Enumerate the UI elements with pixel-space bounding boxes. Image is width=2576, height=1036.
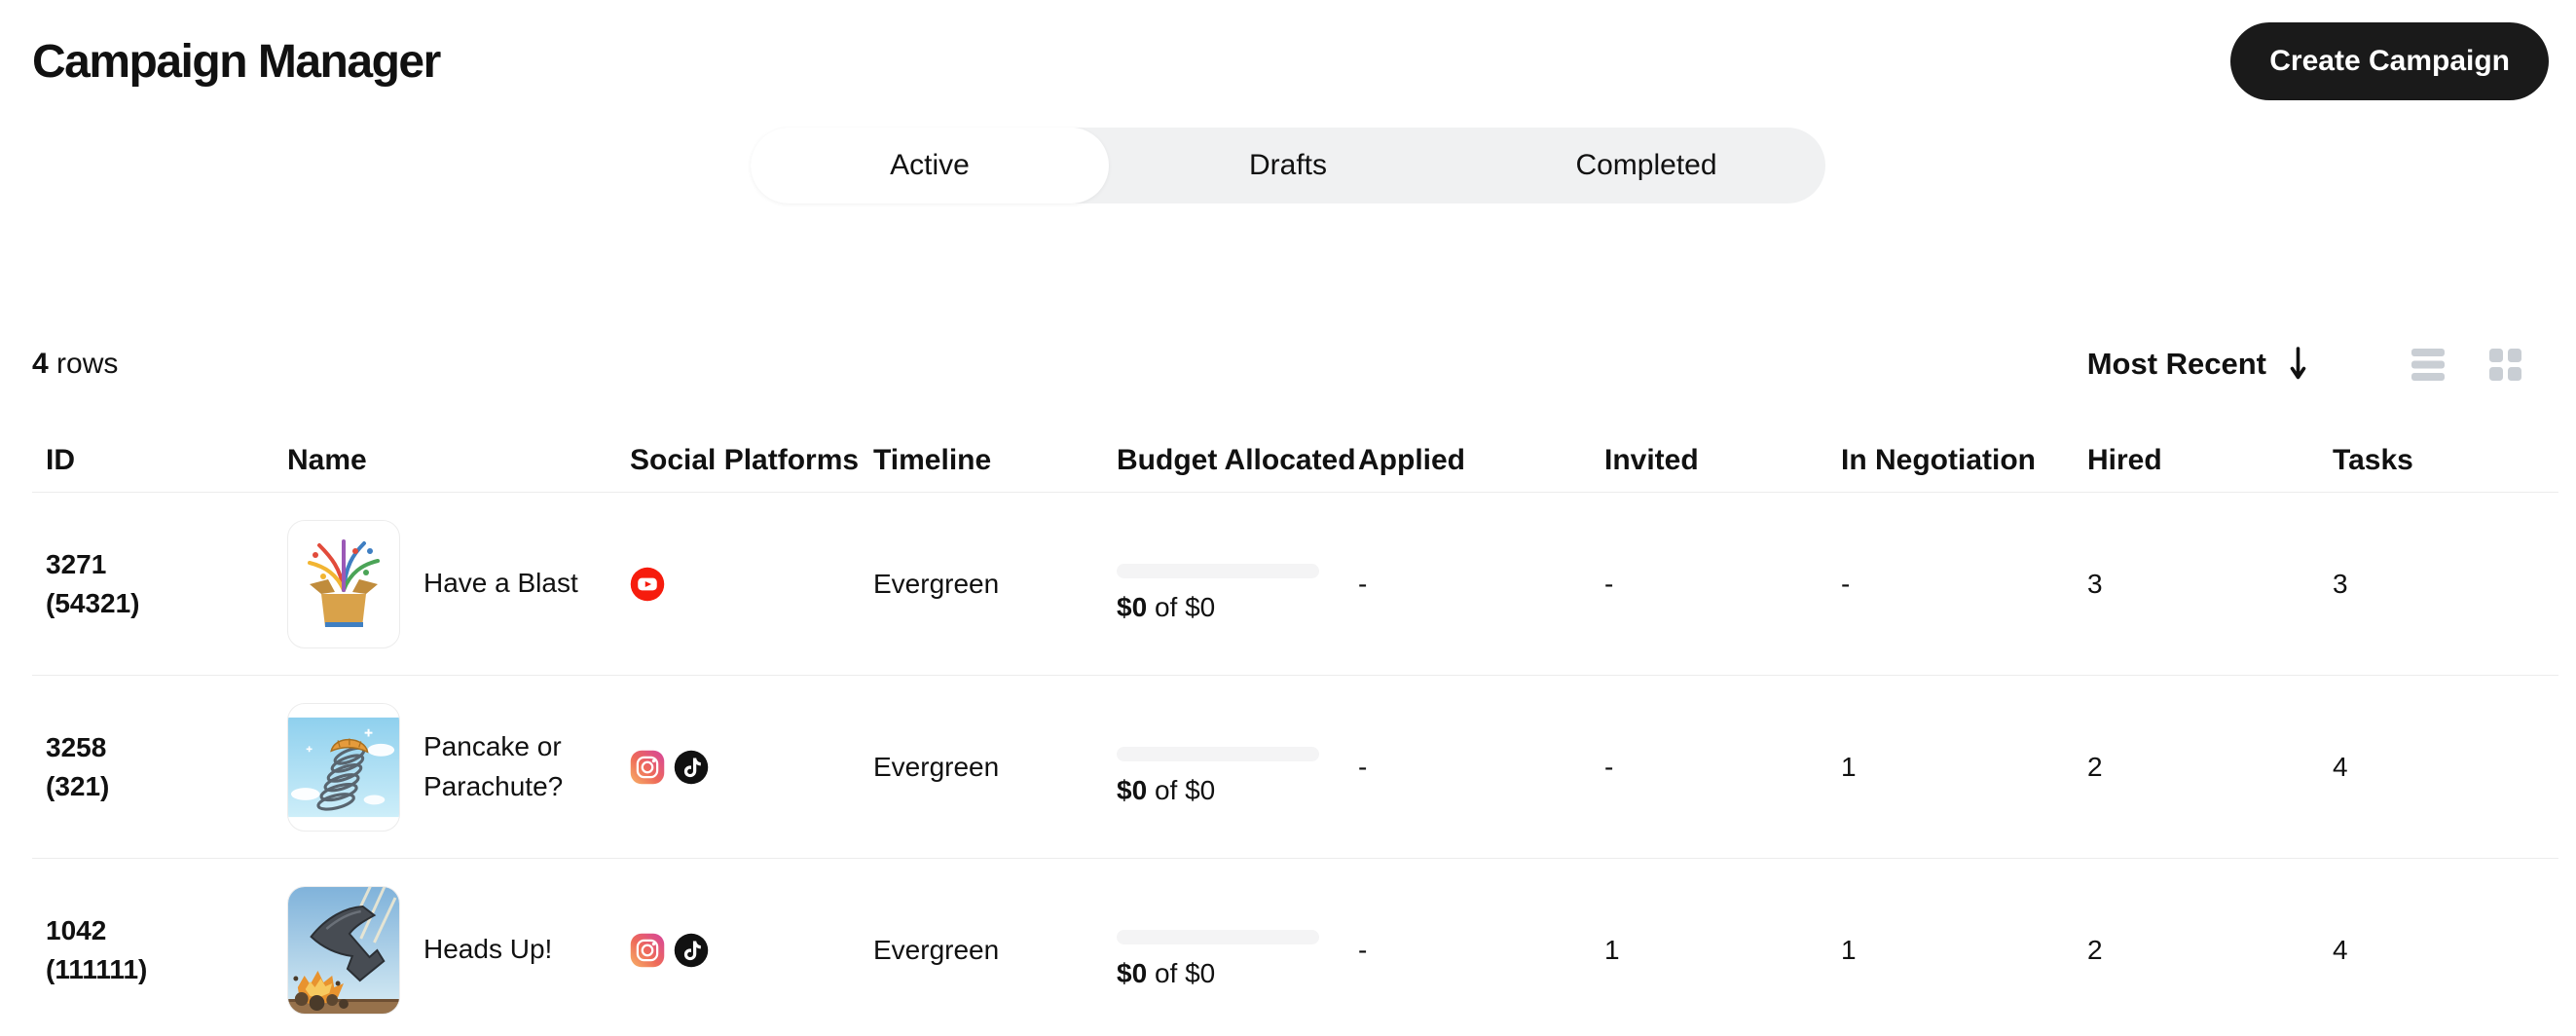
table-row[interactable]: 3271 (54321) Have a Blast Evergreen $0 o…	[32, 493, 2558, 676]
tasks-value: 4	[2333, 934, 2348, 965]
column-header-applied: Applied	[1358, 443, 1465, 476]
campaign-name: Pancake or Parachute?	[423, 730, 564, 801]
list-controls: 4 rows Most Recent	[0, 339, 2576, 389]
campaign-id: 3271	[46, 548, 107, 579]
applied-value: -	[1358, 751, 1368, 782]
table-row[interactable]: 3258 (321) Pancake or Parachute? Evergre…	[32, 676, 2558, 859]
budget-spent: $0	[1117, 958, 1148, 988]
status-tabs: Active Drafts Completed	[751, 128, 1825, 204]
table-header-row: ID Name Social Platforms Timeline Budget All…	[32, 428, 2558, 493]
budget-text: $0 of $0	[1117, 592, 1358, 623]
page-title: Campaign Manager	[32, 35, 441, 88]
column-header-id: ID	[46, 443, 75, 476]
table-body: 3271 (54321) Have a Blast Evergreen $0 o…	[32, 493, 2558, 1036]
campaign-sub-id: (321)	[46, 770, 110, 801]
tasks-value: 3	[2333, 568, 2348, 599]
timeline-value: Evergreen	[873, 568, 1000, 599]
campaign-id: 1042	[46, 914, 107, 945]
tab-drafts[interactable]: Drafts	[1109, 128, 1467, 204]
budget-spent: $0	[1117, 592, 1148, 622]
instagram-icon	[630, 750, 665, 785]
budget-of-label: of	[1154, 592, 1178, 622]
budget-cell: $0 of $0	[1117, 544, 1358, 623]
youtube-icon	[630, 567, 665, 602]
campaign-name-cell: Heads Up!	[287, 885, 630, 1015]
sort-label: Most Recent	[2086, 347, 2266, 381]
tab-completed[interactable]: Completed	[1467, 128, 1825, 204]
social-platforms-cell	[630, 750, 873, 785]
list-view-icon[interactable]	[2411, 348, 2445, 381]
in-negotiation-value: -	[1841, 568, 1851, 599]
budget-progress-bar	[1117, 747, 1319, 761]
rows-count-label: rows	[56, 348, 119, 380]
tasks-value: 4	[2333, 751, 2348, 782]
invited-value: -	[1604, 751, 1614, 782]
table-row[interactable]: 1042 (111111) Heads Up! Evergreen $0 of …	[32, 859, 2558, 1036]
column-header-hired: Hired	[2087, 443, 2162, 476]
column-header-name: Name	[287, 443, 367, 476]
invited-value: -	[1604, 568, 1614, 599]
campaign-name-cell: Pancake or Parachute?	[287, 702, 630, 832]
budget-of-label: of	[1154, 775, 1178, 805]
invited-value: 1	[1604, 934, 1620, 965]
create-campaign-button[interactable]: Create Campaign	[2230, 22, 2549, 100]
campaign-name: Have a Blast	[423, 568, 578, 599]
in-negotiation-value: 1	[1841, 934, 1857, 965]
campaign-sub-id: (111111)	[46, 953, 148, 984]
campaign-name: Heads Up!	[423, 934, 553, 965]
campaign-id-cell: 3271 (54321)	[32, 545, 287, 623]
budget-text: $0 of $0	[1117, 958, 1358, 989]
budget-total: $0	[1185, 592, 1216, 622]
timeline-value: Evergreen	[873, 934, 1000, 965]
campaign-manager-page: Campaign Manager Create Campaign Active …	[0, 0, 2576, 1036]
campaign-name-cell: Have a Blast	[287, 519, 630, 648]
grid-view-icon[interactable]	[2489, 348, 2521, 381]
column-header-in-negotiation: In Negotiation	[1841, 443, 2036, 476]
budget-cell: $0 of $0	[1117, 910, 1358, 989]
campaigns-table: ID Name Social Platforms Timeline Budget All…	[0, 428, 2576, 1036]
budget-text: $0 of $0	[1117, 775, 1358, 806]
tiktok-icon	[674, 750, 709, 785]
budget-progress-bar	[1117, 930, 1319, 944]
applied-value: -	[1358, 934, 1368, 965]
column-header-social-platforms: Social Platforms	[630, 443, 860, 476]
top-bar: Campaign Manager Create Campaign	[0, 0, 2576, 100]
budget-total: $0	[1185, 958, 1216, 988]
budget-spent: $0	[1117, 775, 1148, 805]
campaign-thumbnail-slinky-pancake	[287, 702, 400, 832]
budget-cell: $0 of $0	[1117, 727, 1358, 806]
hired-value: 3	[2087, 568, 2103, 599]
rows-count: 4 rows	[32, 348, 118, 381]
hired-value: 2	[2087, 751, 2103, 782]
arrow-down-icon	[2290, 347, 2306, 382]
tab-active[interactable]: Active	[751, 128, 1109, 204]
tiktok-icon	[674, 933, 709, 968]
campaign-thumbnail-confetti-box	[287, 519, 400, 648]
column-header-invited: Invited	[1604, 443, 1699, 476]
budget-total: $0	[1185, 775, 1216, 805]
view-toggle	[2411, 348, 2521, 381]
timeline-value: Evergreen	[873, 751, 1000, 782]
instagram-icon	[630, 933, 665, 968]
campaign-id-cell: 3258 (321)	[32, 728, 287, 806]
hired-value: 2	[2087, 934, 2103, 965]
campaign-id: 3258	[46, 731, 107, 762]
budget-of-label: of	[1154, 958, 1178, 988]
rows-count-number: 4	[32, 348, 49, 380]
campaign-id-cell: 1042 (111111)	[32, 911, 287, 989]
applied-value: -	[1358, 568, 1368, 599]
controls-right: Most Recent	[2087, 347, 2521, 382]
in-negotiation-value: 1	[1841, 751, 1857, 782]
campaign-sub-id: (54321)	[46, 587, 140, 618]
campaign-thumbnail-anvil-crash	[287, 885, 400, 1015]
budget-progress-bar	[1117, 564, 1319, 578]
social-platforms-cell	[630, 933, 873, 968]
column-header-tasks: Tasks	[2333, 443, 2413, 476]
column-header-budget-allocated: Budget Allocated	[1117, 443, 1356, 476]
sort-control[interactable]: Most Recent	[2087, 347, 2306, 382]
social-platforms-cell	[630, 567, 873, 602]
column-header-timeline: Timeline	[873, 443, 992, 476]
